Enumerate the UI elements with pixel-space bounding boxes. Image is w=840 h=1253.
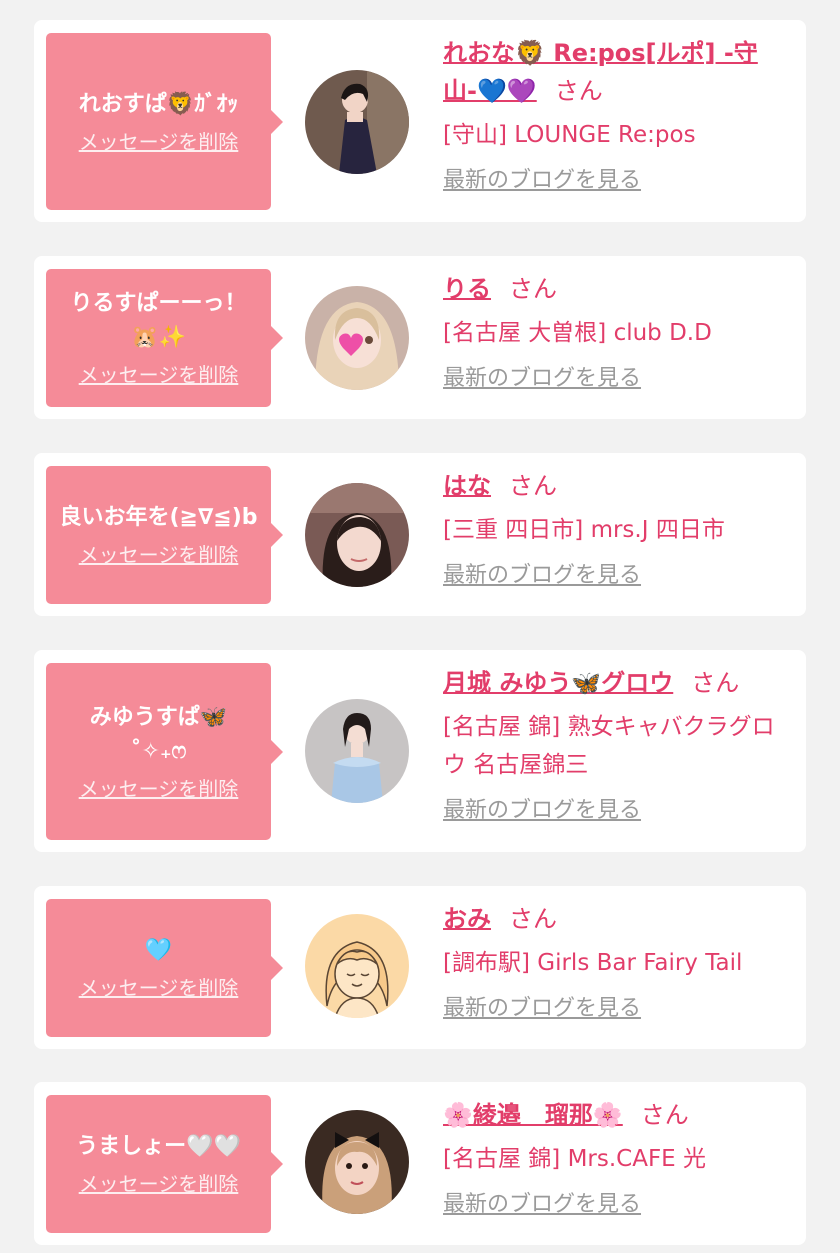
sender-name-line: 月城 みゆう🦋グロウ さん — [443, 664, 788, 702]
message-bubble: りるすぱーーっ！ 🐹✨ メッセージを削除 — [46, 269, 283, 407]
delete-message-link[interactable]: メッセージを削除 — [79, 1170, 239, 1198]
shop-label: [名古屋 大曽根] club D.D — [443, 320, 712, 346]
shop-label: [守山] LOUNGE Re:pos — [443, 122, 696, 148]
shop-label: [名古屋 錦] 熟女キャバクラグロウ 名古屋錦三 — [443, 714, 775, 778]
latest-blog-link[interactable]: 最新のブログを見る — [443, 1190, 641, 1220]
honorific: さん — [509, 275, 557, 303]
sender-name-line: おみ さん — [443, 900, 788, 938]
avatar[interactable] — [305, 483, 409, 587]
sender-name-link[interactable]: はな — [443, 472, 491, 500]
message-card: みゆうすぱ🦋 ˚✧₊ෆ メッセージを削除 月城 みゆう🦋グロウ さん [名古屋 錦… — [34, 650, 806, 852]
delete-message-link[interactable]: メッセージを削除 — [79, 361, 239, 389]
avatar[interactable] — [305, 286, 409, 390]
avatar[interactable] — [305, 699, 409, 803]
sender-info: りる さん [名古屋 大曽根] club D.D 最新のブログを見る — [443, 270, 788, 394]
sender-info: 月城 みゆう🦋グロウ さん [名古屋 錦] 熟女キャバクラグロウ 名古屋錦三 最新… — [443, 664, 788, 826]
sender-name-link[interactable]: 🌸綾邉 瑠那🌸 — [443, 1101, 623, 1129]
message-card: うましょー🤍🤍 メッセージを削除 🌸綾邉 瑠那🌸 さん [名古屋 錦] Mrs.C… — [34, 1082, 806, 1245]
latest-blog-link[interactable]: 最新のブログを見る — [443, 994, 641, 1024]
message-bubble: みゆうすぱ🦋 ˚✧₊ෆ メッセージを削除 — [46, 663, 283, 840]
message-list: れおすぱ🦁ｶﾞｵｯ メッセージを削除 れおな🦁 Re:pos[ルポ] -守山-💙… — [0, 0, 840, 1253]
avatar-photo-woman-closeup — [305, 483, 409, 587]
sender-info: 🌸綾邉 瑠那🌸 さん [名古屋 錦] Mrs.CAFE 光 最新のブログを見る — [443, 1096, 788, 1220]
message-text: 🩵 — [144, 938, 173, 963]
sender-name-link[interactable]: おみ — [443, 905, 491, 933]
sender-name-line: 🌸綾邉 瑠那🌸 さん — [443, 1096, 788, 1134]
shop-label: [調布駅] Girls Bar Fairy Tail — [443, 950, 743, 976]
message-bubble: れおすぱ🦁ｶﾞｵｯ メッセージを削除 — [46, 33, 283, 210]
shop-label: [名古屋 錦] Mrs.CAFE 光 — [443, 1146, 707, 1172]
delete-message-link[interactable]: メッセージを削除 — [79, 775, 239, 803]
honorific: さん — [640, 1101, 689, 1129]
avatar-illustration-smiling-girl — [305, 914, 409, 1018]
message-bubble: 良いお年を(≧∇≦)b メッセージを削除 — [46, 466, 283, 604]
latest-blog-link[interactable]: 最新のブログを見る — [443, 796, 641, 826]
avatar-photo-woman-bow — [305, 1110, 409, 1214]
sender-info: はな さん [三重 四日市] mrs.J 四日市 最新のブログを見る — [443, 467, 788, 591]
sender-info: おみ さん [調布駅] Girls Bar Fairy Tail 最新のブログを見… — [443, 900, 788, 1024]
sender-name-line: れおな🦁 Re:pos[ルポ] -守山-💙💜 さん — [443, 34, 788, 110]
honorific: さん — [691, 669, 740, 697]
message-card: 🩵 メッセージを削除 おみ さん [調布駅] Girls Bar Fairy Ta… — [34, 886, 806, 1049]
avatar[interactable] — [305, 1110, 409, 1214]
latest-blog-link[interactable]: 最新のブログを見る — [443, 561, 641, 591]
latest-blog-link[interactable]: 最新のブログを見る — [443, 364, 641, 394]
avatar-photo-woman-heart-sticker — [305, 286, 409, 390]
message-card: りるすぱーーっ！ 🐹✨ メッセージを削除 りる さん [名古屋 大曽根] club… — [34, 256, 806, 419]
sender-name-link[interactable]: 月城 みゆう🦋グロウ — [443, 669, 673, 697]
avatar-photo-woman-blue-dress — [305, 699, 409, 803]
message-text: 良いお年を(≧∇≦)b — [59, 505, 258, 530]
honorific: さん — [509, 472, 557, 500]
sender-info: れおな🦁 Re:pos[ルポ] -守山-💙💜 さん [守山] LOUNGE Re:… — [443, 34, 788, 196]
message-text: みゆうすぱ🦋 ˚✧₊ෆ — [89, 704, 228, 764]
sender-name-link[interactable]: りる — [443, 275, 491, 303]
sender-name-line: はな さん — [443, 467, 788, 505]
avatar[interactable] — [305, 70, 409, 174]
sender-name-line: りる さん — [443, 270, 788, 308]
avatar[interactable] — [305, 914, 409, 1018]
message-text: うましょー🤍🤍 — [76, 1134, 241, 1159]
latest-blog-link[interactable]: 最新のブログを見る — [443, 166, 641, 196]
delete-message-link[interactable]: メッセージを削除 — [79, 541, 239, 569]
message-text: りるすぱーーっ！ 🐹✨ — [70, 291, 247, 350]
message-card: れおすぱ🦁ｶﾞｵｯ メッセージを削除 れおな🦁 Re:pos[ルポ] -守山-💙… — [34, 20, 806, 222]
message-card: 良いお年を(≧∇≦)b メッセージを削除 はな さん [三重 四日市] mrs.J… — [34, 453, 806, 616]
message-text: れおすぱ🦁ｶﾞｵｯ — [78, 91, 239, 117]
honorific: さん — [509, 905, 557, 933]
avatar-photo-woman-black-dress — [305, 70, 409, 174]
message-bubble: うましょー🤍🤍 メッセージを削除 — [46, 1095, 283, 1233]
delete-message-link[interactable]: メッセージを削除 — [79, 974, 239, 1002]
shop-label: [三重 四日市] mrs.J 四日市 — [443, 517, 725, 543]
delete-message-link[interactable]: メッセージを削除 — [79, 128, 239, 156]
honorific: さん — [554, 77, 603, 105]
message-bubble: 🩵 メッセージを削除 — [46, 899, 283, 1037]
